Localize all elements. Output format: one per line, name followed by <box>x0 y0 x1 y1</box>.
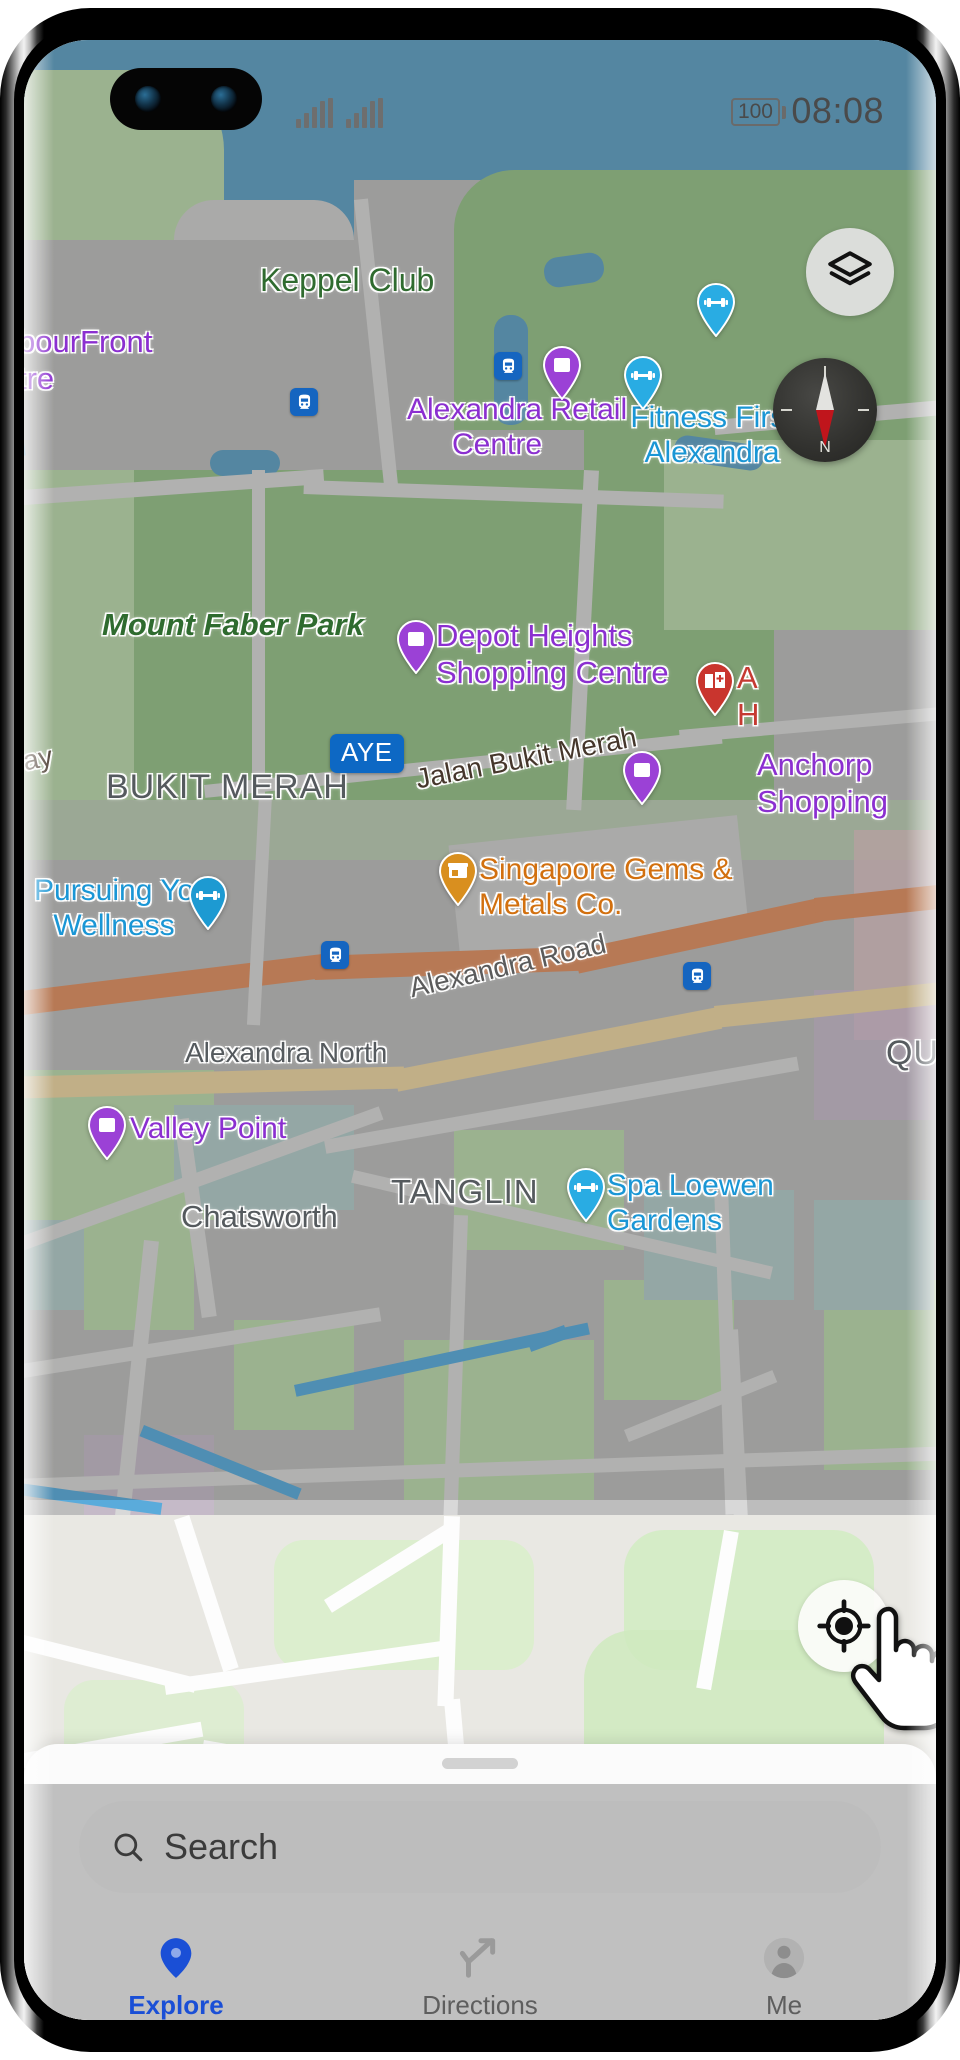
bottom-sheet[interactable]: Search Explore Directions Me <box>24 1744 936 2020</box>
nav-item-directions[interactable]: Directions <box>328 1935 632 2020</box>
hand-pointer-cursor <box>850 1606 936 1731</box>
search-bar[interactable]: Search <box>79 1801 881 1893</box>
transit-marker-2[interactable] <box>290 388 318 416</box>
compass-north-label: N <box>819 439 831 456</box>
map-pin-icon <box>160 1938 192 1978</box>
phone-frame: Keppel Club bourFront tre Alexandra Reta… <box>0 8 960 2052</box>
phone-screen: Keppel Club bourFront tre Alexandra Reta… <box>24 40 936 2020</box>
pin-depot-heights[interactable] <box>395 620 437 674</box>
motorway-shield-aye: AYE <box>330 734 404 773</box>
transit-marker-1[interactable] <box>494 352 522 380</box>
nav-label-directions: Directions <box>422 1990 538 2020</box>
nav-label-me: Me <box>765 1990 803 2020</box>
transit-marker-4[interactable] <box>683 962 711 990</box>
nav-item-explore[interactable]: Explore <box>24 1935 328 2020</box>
nav-label-explore: Explore <box>128 1990 224 2020</box>
map-canvas[interactable]: Keppel Club bourFront tre Alexandra Reta… <box>24 40 936 2020</box>
pin-alexandra-hospital[interactable] <box>694 662 736 716</box>
search-input-placeholder[interactable]: Search <box>164 1826 278 1868</box>
search-icon <box>114 1833 143 1862</box>
drag-handle[interactable] <box>442 1758 518 1769</box>
directions-icon <box>459 1938 496 1978</box>
account-icon <box>763 1937 805 1979</box>
compass-needle-north <box>816 372 834 410</box>
pin-valley-point[interactable] <box>86 1106 128 1160</box>
layers-button[interactable] <box>806 228 894 316</box>
transit-marker-3[interactable] <box>321 941 349 969</box>
nav-item-me[interactable]: Me <box>632 1935 936 2020</box>
compass-icon[interactable]: N <box>773 358 877 462</box>
pin-pursuing-your-wellness[interactable] <box>187 876 229 930</box>
pin-anchorpoint[interactable] <box>621 751 663 805</box>
pin-alexandra-retail[interactable] <box>541 346 583 400</box>
pin-fitness-first-2[interactable] <box>695 283 737 337</box>
pin-singapore-gems-metals[interactable] <box>437 852 479 906</box>
bottom-navigation: Explore Directions Me <box>24 1919 936 2020</box>
pin-spa-loewen-gardens[interactable] <box>565 1168 607 1222</box>
bottom-sheet-body: Search Explore Directions Me <box>24 1784 936 2020</box>
phone-bezel: Keppel Club bourFront tre Alexandra Reta… <box>14 22 946 2038</box>
layers-icon <box>828 251 872 286</box>
pin-fitness-first-alexandra[interactable] <box>622 356 664 410</box>
